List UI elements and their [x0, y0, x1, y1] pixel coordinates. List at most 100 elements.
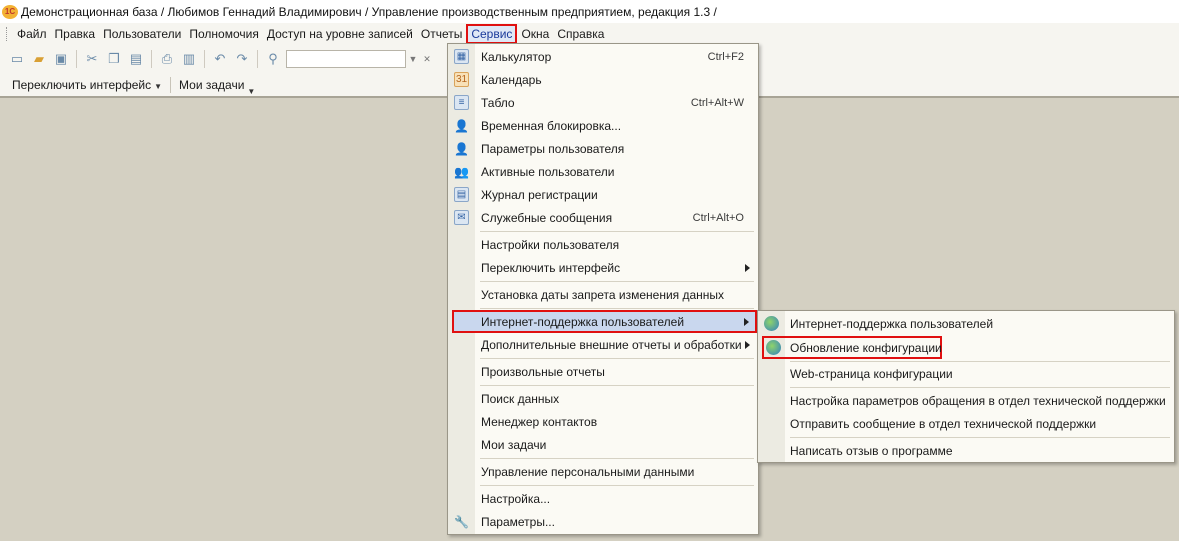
- menu-separator: [480, 458, 754, 459]
- wrench-icon: 🔧: [454, 514, 469, 529]
- menu-record-access[interactable]: Доступ на уровне записей: [263, 25, 417, 43]
- my-tasks-button[interactable]: Мои задачи ▼: [175, 77, 259, 96]
- redo-icon[interactable]: ↷: [231, 49, 253, 69]
- menu-item-label: Параметры пользователя: [481, 141, 625, 156]
- undo-icon[interactable]: ↶: [209, 49, 231, 69]
- cut-icon[interactable]: ✂: [81, 49, 103, 69]
- toolbar-separator: [151, 50, 152, 68]
- menu-file[interactable]: Файл: [13, 25, 51, 43]
- menu-item-external-reports[interactable]: Дополнительные внешние отчеты и обработк…: [448, 333, 758, 356]
- menu-reports[interactable]: Отчеты: [417, 25, 466, 43]
- switch-interface-button[interactable]: Переключить интерфейс ▼: [8, 78, 166, 92]
- menu-separator: [480, 308, 754, 309]
- menu-item-my-tasks[interactable]: Мои задачи: [448, 433, 758, 456]
- menu-item-label: Журнал регистрации: [481, 187, 598, 202]
- menu-item-change-lock-date[interactable]: Установка даты запрета изменения данных: [448, 283, 758, 306]
- active-users-icon: 👥: [454, 164, 469, 179]
- print-preview-icon[interactable]: ▥: [178, 49, 200, 69]
- panel-separator: [170, 76, 172, 93]
- menu-item-parameters[interactable]: 🔧 Параметры...: [448, 510, 758, 533]
- menu-item-calculator[interactable]: ▦ Калькулятор Ctrl+F2: [448, 45, 758, 68]
- menu-item-switch-interface[interactable]: Переключить интерфейс: [448, 256, 758, 279]
- menu-item-shortcut: Ctrl+Alt+W: [690, 96, 744, 109]
- menu-item-label: Web-страница конфигурации: [790, 366, 953, 381]
- new-document-icon[interactable]: ▭: [6, 49, 28, 69]
- menu-item-label: Служебные сообщения: [481, 210, 613, 225]
- calculator-icon: ▦: [454, 49, 469, 64]
- menu-item-label: Произвольные отчеты: [481, 364, 605, 379]
- submenu-item-internet-support[interactable]: Интернет-поддержка пользователей: [758, 312, 1174, 335]
- menu-item-label: Временная блокировка...: [481, 118, 622, 133]
- menu-item-label: Активные пользователи: [481, 164, 615, 179]
- main-menu-bar: Файл Правка Пользователи Полномочия Дост…: [0, 23, 1179, 45]
- menu-item-data-search[interactable]: Поиск данных: [448, 387, 758, 410]
- menu-item-custom-reports[interactable]: Произвольные отчеты: [448, 360, 758, 383]
- my-tasks-label: Мои задачи: [179, 77, 245, 92]
- save-icon[interactable]: ▣: [50, 49, 72, 69]
- menu-separator: [480, 485, 754, 486]
- search-dropdown-icon[interactable]: ▼: [406, 50, 420, 68]
- menu-item-shortcut: Ctrl+Alt+O: [692, 211, 744, 224]
- open-folder-icon[interactable]: ▰: [28, 49, 50, 69]
- menu-item-label: Дополнительные внешние отчеты и обработк…: [481, 337, 742, 352]
- menu-separator: [790, 387, 1170, 388]
- user-settings-icon: 👤: [454, 141, 469, 156]
- menu-item-label: Параметры...: [481, 514, 555, 529]
- search-icon[interactable]: ⚲: [262, 49, 284, 69]
- submenu-item-write-review[interactable]: Написать отзыв о программе: [758, 439, 1174, 462]
- menu-item-personal-data[interactable]: Управление персональными данными: [448, 460, 758, 483]
- menu-separator: [480, 281, 754, 282]
- menu-item-event-log[interactable]: ▤ Журнал регистрации: [448, 183, 758, 206]
- window-title: Демонстрационная база / Любимов Геннадий…: [21, 4, 717, 19]
- menu-item-user-params[interactable]: 👤 Параметры пользователя: [448, 137, 758, 160]
- menu-item-contact-manager[interactable]: Менеджер контактов: [448, 410, 758, 433]
- menu-windows[interactable]: Окна: [517, 25, 553, 43]
- menu-service[interactable]: Сервис: [466, 24, 518, 44]
- menu-item-service-messages[interactable]: ✉ Служебные сообщения Ctrl+Alt+O: [448, 206, 758, 229]
- menu-item-label: Интернет-поддержка пользователей: [790, 316, 994, 331]
- log-icon: ▤: [454, 187, 469, 202]
- service-dropdown-menu: ▦ Калькулятор Ctrl+F2 31 Календарь ≡ Таб…: [447, 43, 759, 535]
- submenu-item-support-params[interactable]: Настройка параметров обращения в отдел т…: [758, 389, 1174, 412]
- menu-edit[interactable]: Правка: [51, 25, 100, 43]
- menu-help[interactable]: Справка: [553, 25, 608, 43]
- menubar-grip[interactable]: [6, 27, 9, 41]
- search-clear-icon[interactable]: ✕: [420, 50, 434, 68]
- globe-icon: [764, 316, 779, 331]
- menu-item-label: Переключить интерфейс: [481, 260, 621, 275]
- menu-separator: [480, 231, 754, 232]
- menu-item-label: Обновление конфигурации: [790, 340, 942, 355]
- submenu-arrow-icon: [745, 263, 750, 272]
- menu-item-label: Написать отзыв о программе: [790, 443, 953, 458]
- title-bar: 1С Демонстрационная база / Любимов Генна…: [0, 0, 1179, 23]
- calendar-icon: 31: [454, 72, 469, 87]
- menu-users[interactable]: Пользователи: [99, 25, 185, 43]
- search-input[interactable]: [286, 50, 406, 68]
- menu-item-label: Отправить сообщение в отдел технической …: [790, 416, 1097, 431]
- copy-icon[interactable]: ❐: [103, 49, 125, 69]
- menu-item-label: Настройка параметров обращения в отдел т…: [790, 393, 1166, 408]
- menu-item-label: Настройки пользователя: [481, 237, 620, 252]
- toolbar-separator: [76, 50, 77, 68]
- menu-item-label: Настройка...: [481, 491, 551, 506]
- submenu-item-send-support-message[interactable]: Отправить сообщение в отдел технической …: [758, 412, 1174, 435]
- submenu-item-config-webpage[interactable]: Web-страница конфигурации: [758, 362, 1174, 385]
- menu-item-temp-lock[interactable]: 👤 Временная блокировка...: [448, 114, 758, 137]
- submenu-item-config-update[interactable]: Обновление конфигурации: [762, 336, 942, 359]
- switch-interface-label: Переключить интерфейс: [12, 77, 152, 92]
- menu-item-user-settings[interactable]: Настройки пользователя: [448, 233, 758, 256]
- menu-separator: [480, 358, 754, 359]
- print-icon[interactable]: ⎙: [156, 49, 178, 69]
- menu-item-internet-support[interactable]: Интернет-поддержка пользователей: [452, 310, 757, 333]
- chevron-down-icon: ▼: [247, 86, 256, 96]
- paste-icon[interactable]: ▤: [125, 49, 147, 69]
- internet-support-submenu: Интернет-поддержка пользователей Обновле…: [757, 310, 1175, 463]
- menu-item-shortcut: Ctrl+F2: [707, 50, 744, 63]
- menu-permissions[interactable]: Полномочия: [185, 25, 262, 43]
- menu-item-setup[interactable]: Настройка...: [448, 487, 758, 510]
- menu-item-scoreboard[interactable]: ≡ Табло Ctrl+Alt+W: [448, 91, 758, 114]
- menu-item-calendar[interactable]: 31 Календарь: [448, 68, 758, 91]
- menu-item-label: Табло: [481, 95, 515, 110]
- submenu-arrow-icon: [744, 317, 749, 326]
- menu-item-active-users[interactable]: 👥 Активные пользователи: [448, 160, 758, 183]
